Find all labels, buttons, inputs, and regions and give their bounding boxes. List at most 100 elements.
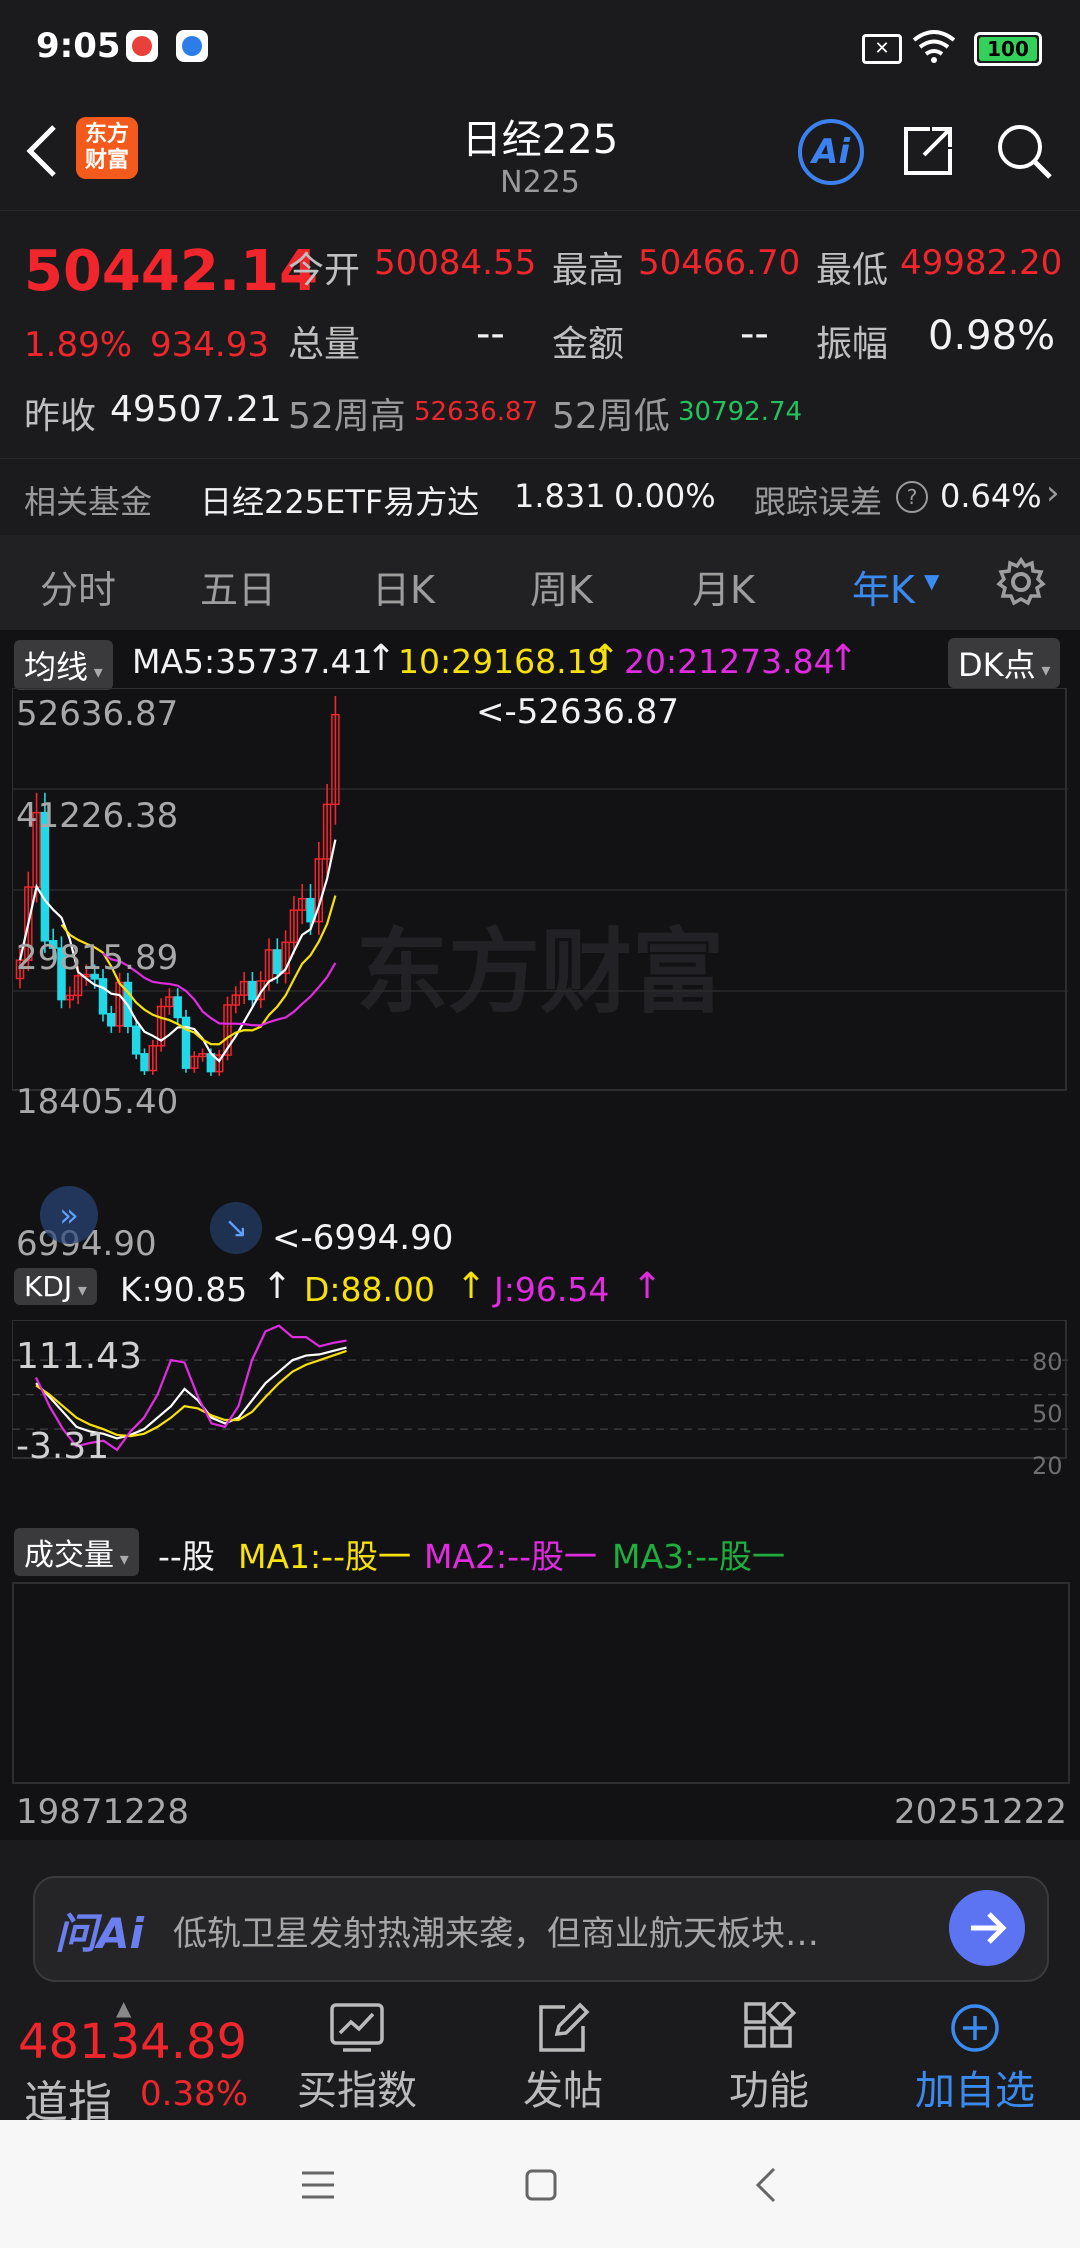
volume-label: 总量	[288, 324, 361, 365]
nav-add-watchlist[interactable]: 加自选	[900, 1996, 1050, 2120]
ma-selector-label: 均线	[24, 648, 89, 686]
collapse-arrow-icon[interactable]: ↘	[210, 1202, 262, 1254]
battery-icon: 100	[974, 32, 1042, 66]
battery-level: 100	[979, 37, 1037, 61]
kdj-level-80: 80	[1032, 1348, 1063, 1376]
tab-yearly-k[interactable]: 年K	[852, 559, 915, 614]
back-nav-icon[interactable]	[754, 2166, 778, 2204]
tracking-error-value: 0.64%	[940, 477, 1042, 515]
fund-name[interactable]: 日经225ETF易方达	[200, 477, 479, 523]
chart-watermark: 东方财富	[356, 919, 725, 1026]
y-label-max: 52636.87	[16, 694, 179, 734]
high-value: 50466.70	[638, 243, 801, 283]
amount-label: 金额	[552, 324, 625, 365]
kdj-k-readout: K:90.85	[120, 1270, 248, 1309]
header: 东方 财富 日经225 N225 Ai	[0, 95, 1080, 210]
tab-minute[interactable]: 分时	[40, 559, 116, 614]
index-change: 0.38%	[140, 2074, 249, 2114]
ai-button[interactable]: Ai	[798, 119, 864, 185]
candle-body-11	[107, 1012, 116, 1027]
nav-add-watchlist-label: 加自选	[915, 2068, 1035, 2114]
kdj-selector-button[interactable]: KDJ ▾	[14, 1268, 97, 1305]
tab-monthly-k[interactable]: 月K	[692, 559, 755, 614]
nav-post[interactable]: 发帖	[488, 1996, 638, 2120]
nav-buy-index[interactable]: 买指数	[282, 1996, 432, 2120]
ai-ask-label: 问Ai	[55, 1909, 144, 1958]
index-ticker[interactable]: ▲ 48134.89 道指 0.38%	[0, 1996, 270, 2128]
nav-buy-index-label: 买指数	[297, 2068, 417, 2114]
volume-unit: --股	[158, 1537, 215, 1576]
w52-low-label: 52周低	[552, 396, 670, 437]
nav-post-label: 发帖	[523, 2068, 603, 2114]
quote-panel: 50442.14 1.89% 934.93 今开 50084.55 最高 504…	[0, 210, 1080, 459]
settings-gear-icon[interactable]	[996, 557, 1046, 607]
chart-area[interactable]: 均线 ▾ MA5:35737.41 ↑ 10:29168.19 ↑ 20:212…	[0, 630, 1080, 1840]
index-price: 48134.89	[18, 2014, 248, 2070]
ma-selector-button[interactable]: 均线 ▾	[14, 640, 113, 690]
tab-daily-k[interactable]: 日K	[372, 559, 435, 614]
ma5-readout: MA5:35737.41	[132, 642, 373, 681]
kdj-selector-label: KDJ	[24, 1270, 73, 1303]
candlestick-chart[interactable]	[12, 688, 1068, 1092]
volume-selector-label: 成交量	[24, 1538, 114, 1573]
candle-body-15	[140, 1053, 149, 1072]
share-icon[interactable]	[900, 123, 956, 179]
prev-close-value: 49507.21	[110, 389, 282, 430]
menu-icon[interactable]	[300, 2170, 336, 2200]
ma10-arrow-icon: ↑	[590, 638, 621, 679]
system-nav-bar	[0, 2120, 1080, 2248]
change-amount: 934.93	[150, 325, 269, 365]
dk-point-button[interactable]: DK点 ▾	[948, 638, 1061, 688]
current-price: 50442.14	[24, 239, 319, 304]
x-axis-end: 20251222	[894, 1792, 1068, 1832]
status-bar: 9:05 ✕ 100	[0, 0, 1080, 95]
kdj-j-arrow-icon: ↑	[632, 1266, 663, 1307]
expand-chevrons-icon[interactable]: »	[40, 1186, 98, 1244]
kdj-k-arrow-icon: ↑	[262, 1266, 293, 1307]
ai-ask-text: 低轨卫星发射热潮来袭，但商业航天板块…	[173, 1914, 819, 1954]
volume-ma2: MA2:--股一	[424, 1537, 597, 1576]
open-value: 50084.55	[374, 243, 537, 283]
volume-value: --	[476, 311, 505, 357]
dk-point-label: DK点	[958, 646, 1036, 684]
candle-body-14	[131, 1025, 141, 1055]
related-fund-bar[interactable]: 相关基金 日经225ETF易方达 1.831 0.00% 跟踪误差 ? 0.64…	[0, 458, 1080, 536]
x-axis-start: 19871228	[16, 1792, 190, 1832]
period-tabs: 分时 五日 日K 周K 月K 年K ▼	[0, 535, 1080, 630]
open-label: 今开	[288, 250, 361, 291]
volume-ma1: MA1:--股一	[238, 1537, 411, 1576]
y-label-2: 41226.38	[16, 796, 179, 836]
tab-weekly-k[interactable]: 周K	[530, 559, 593, 614]
grid-apps-icon	[744, 1997, 797, 2048]
volume-selector-button[interactable]: 成交量 ▾	[14, 1528, 139, 1576]
volume-chart[interactable]	[12, 1582, 1070, 1784]
kdj-frame	[12, 1320, 1067, 1459]
tab-five-day[interactable]: 五日	[200, 559, 276, 614]
prev-close-label: 昨收	[24, 396, 97, 437]
kdj-chart[interactable]	[12, 1320, 1068, 1460]
dropdown-arrow-icon: ▼	[924, 569, 940, 593]
w52-high-value: 52636.87	[414, 397, 539, 427]
y-label-4: 18405.40	[16, 1082, 179, 1122]
chart-trend-icon	[330, 2003, 384, 2052]
candle-body-31	[273, 949, 282, 975]
fund-bar-label: 相关基金	[24, 483, 153, 521]
app-notification-icon-2	[176, 30, 208, 62]
change-percent: 1.89%	[24, 325, 133, 365]
ma5-arrow-icon: ↑	[366, 638, 397, 679]
wifi-icon	[912, 30, 956, 63]
ai-send-button[interactable]	[949, 1890, 1025, 1966]
kdj-top-label: 111.43	[16, 1336, 142, 1377]
help-icon[interactable]: ?	[896, 481, 928, 513]
ai-ask-bar[interactable]: 问Ai 低轨卫星发射热潮来袭，但商业航天板块…	[33, 1876, 1049, 1982]
amount-value: --	[740, 311, 769, 357]
amplitude-label: 振幅	[816, 324, 889, 365]
search-icon[interactable]	[996, 123, 1054, 181]
home-square-icon[interactable]	[524, 2168, 558, 2202]
w52-low-value: 30792.74	[678, 397, 803, 427]
tracking-error-label: 跟踪误差	[754, 483, 883, 521]
kdj-j-readout: J:96.54	[494, 1270, 610, 1309]
no-sim-icon: ✕	[862, 34, 902, 64]
candle-body-28	[248, 980, 257, 1001]
nav-function[interactable]: 功能	[694, 1996, 844, 2120]
